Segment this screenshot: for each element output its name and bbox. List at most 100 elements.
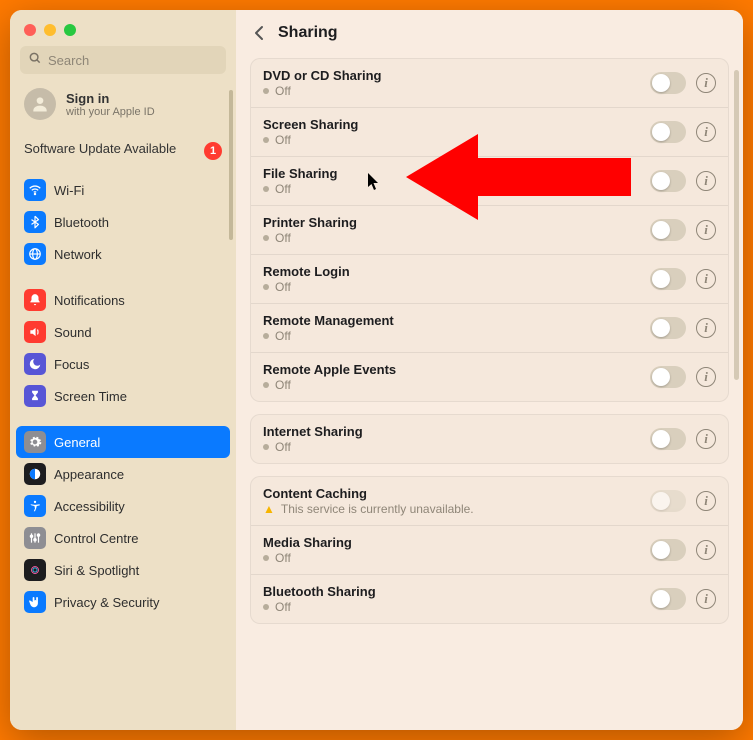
toggle-screen[interactable] xyxy=(650,121,686,143)
sign-in-subtitle: with your Apple ID xyxy=(66,106,155,118)
row-title: Remote Management xyxy=(263,313,640,328)
row-title: Remote Apple Events xyxy=(263,362,640,377)
sharing-row-printer: Printer SharingOff i xyxy=(251,206,728,255)
main-scrollbar[interactable] xyxy=(734,70,739,380)
sharing-row-bluetooth-sharing: Bluetooth SharingOffi xyxy=(251,575,728,623)
info-button-media[interactable]: i xyxy=(696,540,716,560)
search-placeholder: Search xyxy=(48,53,89,68)
sidebar-item-focus[interactable]: Focus xyxy=(16,348,230,380)
info-button-remote-mgmt[interactable]: i xyxy=(696,318,716,338)
status-dot-icon xyxy=(263,604,269,610)
minimize-button[interactable] xyxy=(44,24,56,36)
toggle-bluetooth-sharing[interactable] xyxy=(650,588,686,610)
toggle-remote-mgmt[interactable] xyxy=(650,317,686,339)
sidebar-item-label: Sound xyxy=(54,325,92,340)
row-title: Printer Sharing xyxy=(263,215,640,230)
row-status: ▲This service is currently unavailable. xyxy=(263,502,640,516)
sharing-row-internet: Internet SharingOffi xyxy=(251,415,728,463)
sidebar: Search Sign in with your Apple ID Softwa… xyxy=(10,10,236,730)
sidebar-item-label: Siri & Spotlight xyxy=(54,563,139,578)
sidebar-item-bluetooth[interactable]: Bluetooth xyxy=(16,206,230,238)
zoom-button[interactable] xyxy=(64,24,76,36)
sharing-row-remote-login: Remote LoginOffi xyxy=(251,255,728,304)
settings-window: Search Sign in with your Apple ID Softwa… xyxy=(10,10,743,730)
sidebar-item-network[interactable]: Network xyxy=(16,238,230,270)
sidebar-item-sound[interactable]: Sound xyxy=(16,316,230,348)
sidebar-scrollbar[interactable] xyxy=(229,90,233,240)
hand-icon xyxy=(24,591,46,613)
row-status: Off xyxy=(263,551,640,565)
sidebar-item-label: Appearance xyxy=(54,467,124,482)
row-status: Off xyxy=(263,231,640,245)
sidebar-item-label: Notifications xyxy=(54,293,125,308)
sidebar-item-control-centre[interactable]: Control Centre xyxy=(16,522,230,554)
toggle-content-caching xyxy=(650,490,686,512)
search-input[interactable]: Search xyxy=(20,46,226,74)
row-status: Off xyxy=(263,378,640,392)
row-status: Off xyxy=(263,182,640,196)
sidebar-item-siri[interactable]: Siri & Spotlight xyxy=(16,554,230,586)
sidebar-item-label: Control Centre xyxy=(54,531,139,546)
row-status: Off xyxy=(263,133,640,147)
row-title: Media Sharing xyxy=(263,535,640,550)
row-title: Remote Login xyxy=(263,264,640,279)
sign-in-title: Sign in xyxy=(66,91,155,106)
info-button-bluetooth-sharing[interactable]: i xyxy=(696,589,716,609)
settings-panel: Content Caching▲This service is currentl… xyxy=(250,476,729,624)
sharing-row-content-caching: Content Caching▲This service is currentl… xyxy=(251,477,728,526)
toggle-media[interactable] xyxy=(650,539,686,561)
row-title: File Sharing xyxy=(263,166,640,181)
search-icon xyxy=(28,51,42,69)
appearance-icon xyxy=(24,463,46,485)
info-button-remote-login[interactable]: i xyxy=(696,269,716,289)
toggle-remote-login[interactable] xyxy=(650,268,686,290)
info-button-remote-apple[interactable]: i xyxy=(696,367,716,387)
status-dot-icon xyxy=(263,186,269,192)
info-button-file[interactable]: i xyxy=(696,171,716,191)
software-update-text: Software Update Available xyxy=(24,140,176,158)
status-dot-icon xyxy=(263,235,269,241)
sidebar-list[interactable]: Wi-Fi Bluetooth Network Notifications Sound F… xyxy=(10,174,236,730)
toggle-internet[interactable] xyxy=(650,428,686,450)
row-status: Off xyxy=(263,440,640,454)
row-title: Bluetooth Sharing xyxy=(263,584,640,599)
control-icon xyxy=(24,527,46,549)
wifi-icon xyxy=(24,179,46,201)
toggle-file[interactable] xyxy=(650,170,686,192)
bell-icon xyxy=(24,289,46,311)
info-button-internet[interactable]: i xyxy=(696,429,716,449)
sidebar-item-privacy[interactable]: Privacy & Security xyxy=(16,586,230,618)
sidebar-item-label: Screen Time xyxy=(54,389,127,404)
main-pane: Sharing DVD or CD SharingOffiScreen Shar… xyxy=(236,10,743,730)
main-body[interactable]: DVD or CD SharingOffiScreen SharingOffiF… xyxy=(236,54,743,730)
info-button-dvd[interactable]: i xyxy=(696,73,716,93)
info-button-screen[interactable]: i xyxy=(696,122,716,142)
sidebar-item-accessibility[interactable]: Accessibility xyxy=(16,490,230,522)
software-update-row[interactable]: Software Update Available 1 xyxy=(10,132,236,174)
info-button-printer[interactable]: i xyxy=(696,220,716,240)
sidebar-item-wifi[interactable]: Wi-Fi xyxy=(16,174,230,206)
sidebar-item-general[interactable]: General xyxy=(16,426,230,458)
close-button[interactable] xyxy=(24,24,36,36)
back-button[interactable] xyxy=(248,22,270,44)
window-controls xyxy=(10,10,236,46)
sidebar-item-label: Wi-Fi xyxy=(54,183,84,198)
bluetooth-icon xyxy=(24,211,46,233)
toggle-dvd[interactable] xyxy=(650,72,686,94)
sidebar-item-notifications[interactable]: Notifications xyxy=(16,284,230,316)
info-button-content-caching[interactable]: i xyxy=(696,491,716,511)
sidebar-item-label: Network xyxy=(54,247,102,262)
toggle-remote-apple[interactable] xyxy=(650,366,686,388)
sign-in-row[interactable]: Sign in with your Apple ID xyxy=(10,82,236,132)
status-dot-icon xyxy=(263,444,269,450)
status-dot-icon xyxy=(263,555,269,561)
sidebar-item-appearance[interactable]: Appearance xyxy=(16,458,230,490)
settings-panel: DVD or CD SharingOffiScreen SharingOffiF… xyxy=(250,58,729,402)
sidebar-item-screentime[interactable]: Screen Time xyxy=(16,380,230,412)
globe-icon xyxy=(24,243,46,265)
status-dot-icon xyxy=(263,137,269,143)
avatar xyxy=(24,88,56,120)
row-status: Off xyxy=(263,329,640,343)
sidebar-item-label: Bluetooth xyxy=(54,215,109,230)
toggle-printer[interactable] xyxy=(650,219,686,241)
